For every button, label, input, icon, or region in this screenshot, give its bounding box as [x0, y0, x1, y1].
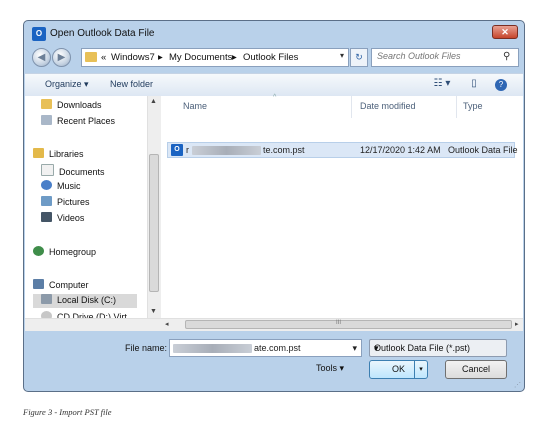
resize-grip-icon[interactable]: ⋰ [514, 381, 521, 389]
address-dropdown-icon[interactable]: ▾ [340, 51, 344, 60]
disk-icon [41, 294, 52, 304]
sidebar-item-local-disk[interactable]: Local Disk (C:) [33, 294, 137, 308]
back-arrow-icon[interactable]: ◀ [32, 48, 51, 67]
scroll-thumb[interactable] [149, 154, 159, 292]
cancel-button[interactable]: Cancel [445, 360, 507, 379]
folder-icon [85, 52, 97, 62]
scroll-left-icon[interactable]: ◂ [165, 320, 169, 328]
navigation-scrollbar[interactable]: ▲ ▼ [147, 96, 161, 331]
videos-icon [41, 212, 52, 222]
open-outlook-data-file-dialog: O Open Outlook Data File ✕ ◀ ▶ « Windows… [23, 20, 525, 392]
redacted-text [173, 344, 252, 353]
sidebar-item-homegroup[interactable]: Homegroup [33, 246, 96, 260]
figure-caption: Figure 3 - Import PST file [23, 407, 112, 417]
column-separator[interactable] [456, 96, 457, 118]
close-button[interactable]: ✕ [492, 25, 518, 39]
recent-places-icon [41, 115, 52, 125]
sidebar-item-downloads[interactable]: Downloads [41, 99, 102, 113]
title-bar: O Open Outlook Data File ✕ [24, 21, 524, 47]
file-name-start: r [186, 145, 189, 155]
column-header-type[interactable]: Type [463, 96, 519, 118]
sidebar-item-libraries[interactable]: Libraries [33, 148, 84, 162]
window-title: Open Outlook Data File [50, 28, 155, 39]
organize-menu[interactable]: Organize ▾ [45, 79, 89, 90]
documents-icon [41, 164, 54, 176]
back-forward-buttons: ◀ ▶ [32, 48, 78, 68]
music-icon [41, 180, 52, 190]
column-header-date[interactable]: Date modified [360, 96, 446, 118]
help-icon[interactable]: ? [495, 79, 507, 91]
table-row[interactable]: O r te.com.pst 12/17/2020 1:42 AM Outloo… [167, 142, 518, 158]
address-bar[interactable]: « Windows7 ▸ My Documents ▸ Outlook File… [81, 48, 349, 67]
file-name-value: ate.com.pst [254, 343, 301, 353]
ok-button[interactable]: OK ▾ [369, 360, 428, 379]
libraries-icon [33, 148, 44, 158]
chevron-down-icon[interactable]: ▾ [374, 343, 502, 354]
tools-menu[interactable]: Tools ▾ [316, 363, 344, 374]
breadcrumb-separator[interactable]: ▸ [158, 52, 163, 63]
outlook-file-icon: O [171, 144, 183, 156]
breadcrumb-my-documents[interactable]: My Documents [169, 52, 232, 63]
computer-icon [33, 279, 44, 289]
file-name-dropdown-icon[interactable]: ▾ [352, 343, 357, 354]
outlook-icon: O [32, 27, 46, 41]
sidebar-item-computer[interactable]: Computer [33, 279, 89, 293]
file-date: 12/17/2020 1:42 AM [360, 145, 441, 155]
ok-split-dropdown-icon[interactable]: ▾ [414, 361, 427, 378]
sort-indicator-icon: ^ [273, 94, 277, 101]
file-name-field[interactable]: ate.com.pst ▾ [169, 339, 362, 357]
scroll-up-icon[interactable]: ▲ [150, 98, 157, 105]
redacted-text [192, 146, 261, 155]
preview-pane-icon[interactable]: ▯ [467, 78, 481, 91]
sidebar-item-pictures[interactable]: Pictures [41, 196, 90, 210]
horizontal-scrollbar[interactable]: ◂ III ▸ [25, 318, 523, 331]
breadcrumb-separator[interactable]: ▸ [232, 52, 237, 63]
file-list: Name ^ Date modified Type O r te.com.pst… [161, 94, 523, 331]
sidebar-item-documents[interactable]: Documents [41, 164, 105, 178]
column-header-name[interactable]: Name ^ [161, 94, 351, 118]
file-type-select[interactable]: Outlook Data File (*.pst) ▾ [369, 339, 507, 357]
refresh-button[interactable]: ↻ [350, 48, 368, 67]
scroll-right-icon[interactable]: ▸ [515, 320, 519, 328]
sidebar-item-music[interactable]: Music [41, 180, 81, 194]
sidebar-item-recent-places[interactable]: Recent Places [41, 115, 115, 129]
navigation-pane: Downloads Recent Places Libraries Docume… [25, 96, 147, 331]
pictures-icon [41, 196, 52, 206]
file-type: Outlook Data File [448, 145, 518, 155]
file-name-label: File name: [125, 343, 168, 353]
scroll-grip-icon: III [336, 320, 342, 326]
sidebar-item-videos[interactable]: Videos [41, 212, 84, 226]
breadcrumb-windows7[interactable]: Windows7 [111, 52, 155, 63]
new-folder-button[interactable]: New folder [110, 79, 153, 89]
column-separator[interactable] [351, 96, 352, 118]
search-box[interactable]: ⚲ [371, 48, 519, 67]
downloads-icon [41, 99, 52, 109]
breadcrumb-outlook-files[interactable]: Outlook Files [243, 52, 298, 63]
horizontal-scroll-thumb[interactable]: III [185, 320, 512, 329]
search-icon[interactable]: ⚲ [503, 51, 513, 63]
scroll-down-icon[interactable]: ▼ [150, 308, 157, 315]
search-input[interactable] [377, 51, 497, 61]
breadcrumb-overflow[interactable]: « [101, 52, 106, 63]
change-view-icon[interactable]: ☷ ▾ [430, 78, 454, 91]
content-area: Downloads Recent Places Libraries Docume… [25, 94, 523, 331]
homegroup-icon [33, 246, 44, 256]
file-name-end: te.com.pst [263, 145, 305, 155]
forward-arrow-icon[interactable]: ▶ [52, 48, 71, 67]
